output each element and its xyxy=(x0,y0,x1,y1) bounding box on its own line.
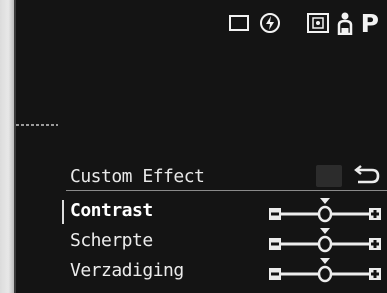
menu-title: Custom Effect xyxy=(70,166,205,187)
slider-knob xyxy=(317,205,333,223)
shooting-mode: P xyxy=(360,8,379,38)
menu-item-contrast[interactable]: Contrast xyxy=(62,198,387,226)
menu-item-label: Contrast xyxy=(70,200,153,221)
slider-knob xyxy=(317,265,333,283)
header-divider xyxy=(66,190,387,191)
flash-off-icon xyxy=(259,12,281,34)
verzadiging-slider[interactable] xyxy=(267,254,382,286)
menu-item-scherpte[interactable]: Scherpte xyxy=(62,228,387,256)
status-bar: P xyxy=(228,6,379,40)
camera-lcd-screen: P Custom Effect Contrast Scherpte Verzad… xyxy=(0,0,387,293)
menu-item-verzadiging[interactable]: Verzadiging xyxy=(62,258,387,286)
slider-knob xyxy=(317,235,333,253)
lcd-frame-line xyxy=(14,0,16,293)
level-indicator-arrow xyxy=(320,258,330,264)
minus-icon-bar xyxy=(271,272,279,276)
person-icon xyxy=(337,11,353,36)
header-marker xyxy=(316,165,342,187)
return-arrow-icon xyxy=(354,165,380,184)
single-shot-icon xyxy=(228,15,249,31)
minus-icon-bar xyxy=(271,212,279,216)
minus-icon-bar xyxy=(271,242,279,246)
plus-icon-bar-v xyxy=(373,270,377,278)
lcd-bezel-edge xyxy=(0,0,14,293)
contrast-slider[interactable] xyxy=(267,194,382,226)
selection-cursor xyxy=(62,200,64,224)
scherpte-slider[interactable] xyxy=(267,224,382,256)
menu-item-label: Verzadiging xyxy=(70,260,184,281)
menu-item-label: Scherpte xyxy=(70,230,153,251)
plus-icon-bar-v xyxy=(373,240,377,248)
plus-icon-bar-v xyxy=(373,210,377,218)
menu-header: Custom Effect xyxy=(62,163,387,191)
level-indicator-arrow xyxy=(320,228,330,234)
dashed-line xyxy=(16,124,58,126)
back-button[interactable] xyxy=(352,163,382,189)
level-indicator-arrow xyxy=(320,198,330,204)
metering-icon xyxy=(306,13,329,33)
